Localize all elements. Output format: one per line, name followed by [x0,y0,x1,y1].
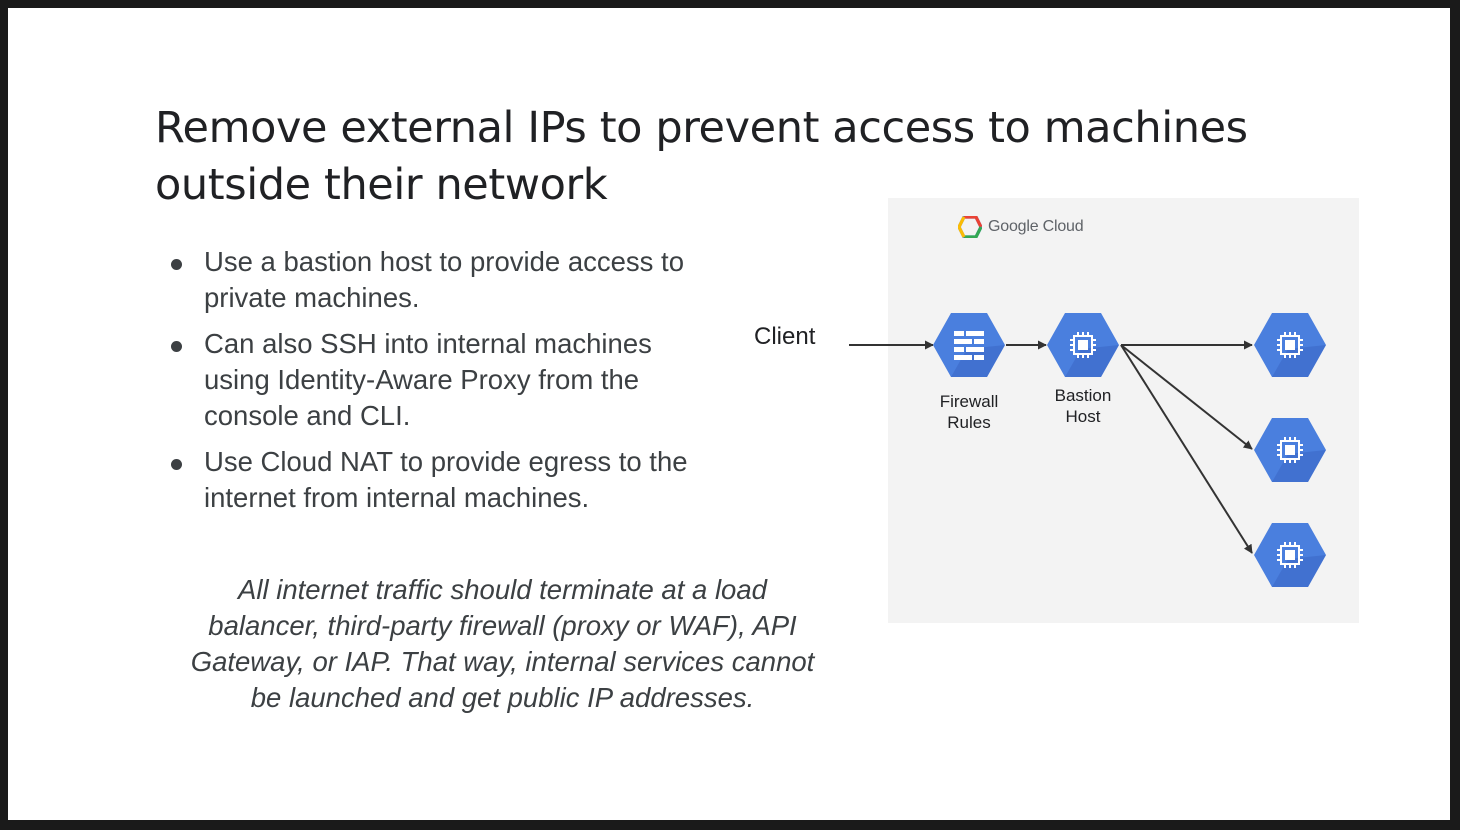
chip-icon [1277,437,1303,463]
firewall-node [933,313,1005,377]
arrow-bastion-to-vm-2 [1120,344,1253,450]
bastion-host-label: Bastion Host [1028,385,1138,427]
bastion-host-node [1047,313,1119,377]
architecture-diagram [849,313,1326,587]
chip-icon [1277,542,1303,568]
bastion-label-line-2: Host [1065,407,1101,426]
arrow-bastion-to-vm-3 [1120,344,1253,554]
vm-node-2 [1254,418,1326,482]
firewall-rules-label: Firewall Rules [914,391,1024,433]
bastion-label-line-1: Bastion [1054,386,1112,405]
chip-icon [1070,332,1096,358]
chip-icon [1277,332,1303,358]
vm-node-3 [1254,523,1326,587]
firewall-label-line-2: Rules [947,413,991,432]
vm-node-1 [1254,313,1326,377]
firewall-label-line-1: Firewall [939,392,999,411]
